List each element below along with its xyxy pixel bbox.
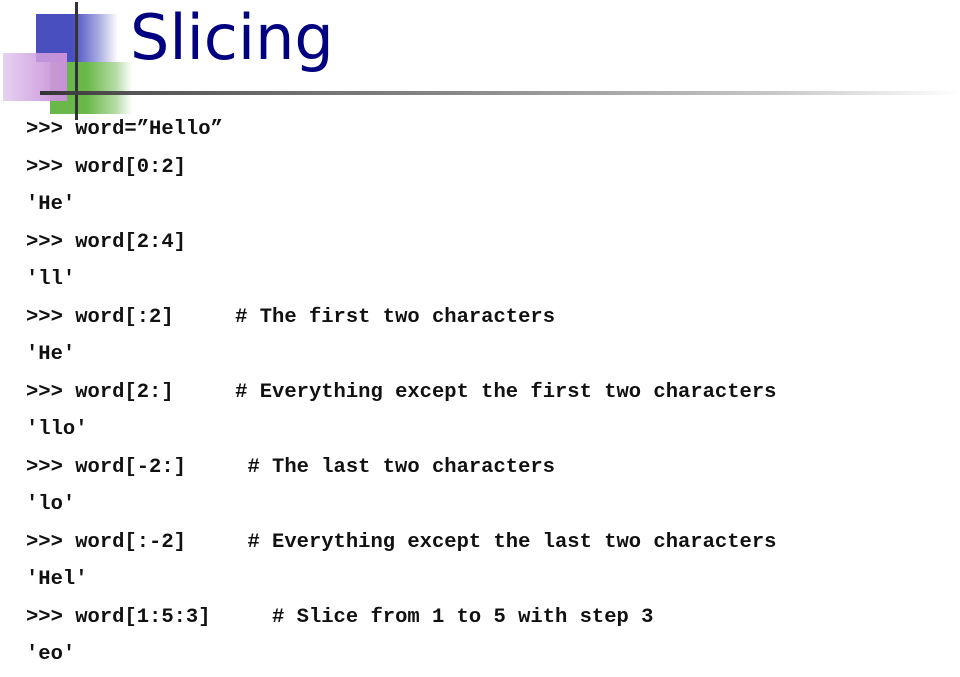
code-input-line: >>> word[:2] # The first two characters (26, 302, 776, 340)
code-expression: word[1:5:3] (75, 605, 211, 629)
prompt: >>> (26, 118, 63, 141)
prompt: >>> (26, 305, 63, 329)
output-value: 'lo' (26, 493, 76, 516)
code-input-line: >>> word[2:] # Everything except the firs… (26, 377, 776, 415)
output-value: 'He' (26, 343, 76, 366)
code-comment: # Slice from 1 to 5 with step 3 (272, 605, 654, 629)
slide-title: Slicing (130, 1, 334, 74)
output-value: 'Hel' (26, 568, 88, 591)
code-output-line: 'eo' (26, 639, 776, 677)
output-value: 'llo' (26, 418, 88, 441)
prompt: >>> (26, 155, 63, 179)
code-input-line: >>> word[-2:] # The last two characters (26, 452, 776, 490)
output-value: 'eo' (26, 643, 76, 666)
output-value: 'He' (26, 193, 76, 216)
code-output-line: 'He' (26, 339, 776, 377)
code-output-line: 'll' (26, 264, 776, 302)
code-expression: word[-2:] (75, 455, 186, 479)
code-input-line: >>> word[2:4] (26, 227, 776, 265)
code-input-line: >>> word[:-2] # Everything except the las… (26, 527, 776, 565)
code-output-line: 'He' (26, 189, 776, 227)
code-input-line: >>> word[1:5:3] # Slice from 1 to 5 with … (26, 602, 776, 640)
prompt: >>> (26, 230, 63, 254)
decorative-vertical-line (75, 2, 78, 120)
code-block: >>> word=”Hello” >>> word[0:2] 'He' >>> wor… (26, 114, 776, 677)
code-input-line: >>> word[0:2] (26, 152, 776, 190)
code-output-line: 'Hel' (26, 564, 776, 602)
prompt: >>> (26, 605, 63, 629)
code-expression: word[2:] (75, 380, 174, 404)
prompt: >>> (26, 380, 63, 404)
code-comment: # The last two characters (247, 455, 555, 479)
code-output-line: 'llo' (26, 414, 776, 452)
code-input-line: >>> word=”Hello” (26, 114, 776, 152)
code-comment: # Everything except the last two charact… (247, 530, 777, 554)
code-expression: word=”Hello” (75, 118, 223, 141)
code-comment: # The first two characters (235, 305, 555, 329)
code-comment: # Everything except the first two charac… (235, 380, 777, 404)
code-expression: word[0:2] (75, 155, 186, 179)
code-expression: word[:2] (75, 305, 174, 329)
title-underline-divider (40, 91, 960, 95)
code-expression: word[2:4] (75, 230, 186, 254)
code-output-line: 'lo' (26, 489, 776, 527)
code-expression: word[:-2] (75, 530, 186, 554)
prompt: >>> (26, 455, 63, 479)
output-value: 'll' (26, 268, 76, 291)
prompt: >>> (26, 530, 63, 554)
